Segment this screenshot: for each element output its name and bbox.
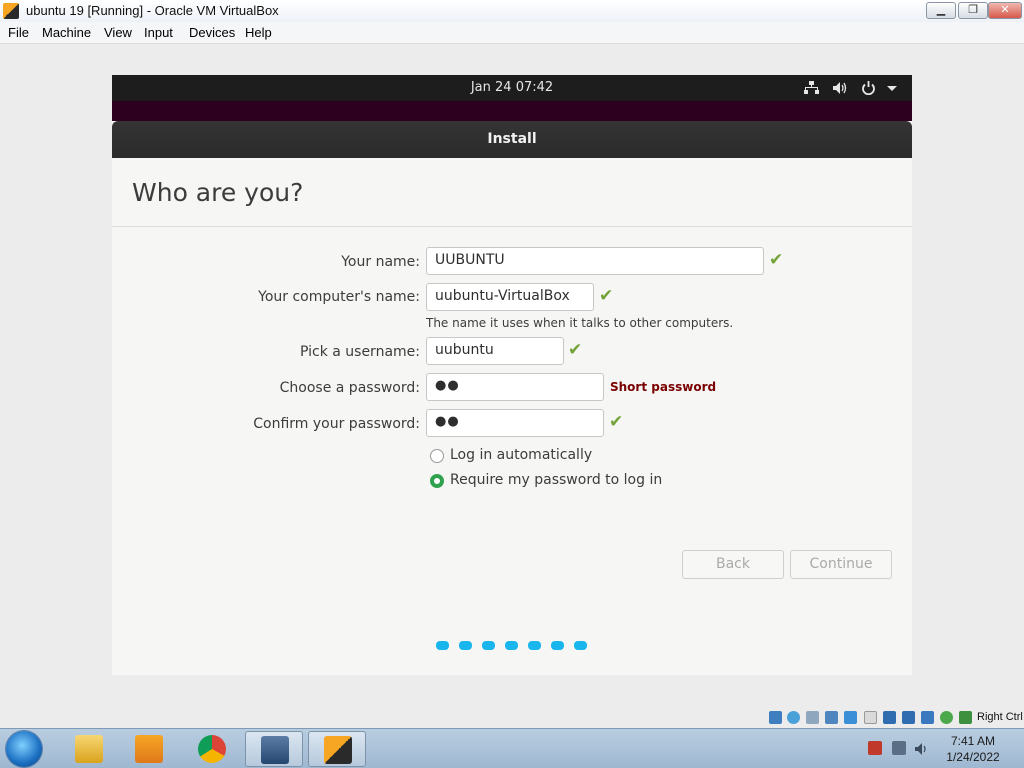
require-password-radio[interactable] xyxy=(430,474,444,488)
dropdown-arrow-icon[interactable] xyxy=(886,81,898,99)
menu-input[interactable]: Input xyxy=(144,25,173,40)
taskbar-media-player[interactable] xyxy=(120,731,178,767)
mouse-integration-icon[interactable] xyxy=(940,711,953,724)
virtualization-icon[interactable] xyxy=(921,711,934,724)
system-clock[interactable]: 7:41 AM 1/24/2022 xyxy=(940,733,1006,765)
window-titlebar: ubuntu 19 [Running] - Oracle VM VirtualB… xyxy=(0,0,1024,23)
progress-dot xyxy=(505,641,518,650)
confirm-password-input[interactable]: ●● xyxy=(426,409,604,437)
audio-icon[interactable] xyxy=(806,711,819,724)
volume-icon[interactable] xyxy=(832,81,848,99)
taskbar-virtualbox-vm[interactable] xyxy=(308,731,366,767)
guest-clock[interactable]: Jan 24 07:42 xyxy=(112,80,912,95)
network-icon[interactable] xyxy=(804,81,819,99)
computer-name-hint: The name it uses when it talks to other … xyxy=(426,316,734,330)
host-key-label: Right Ctrl xyxy=(977,711,1023,723)
password-input[interactable]: ●● xyxy=(426,373,604,401)
login-auto-label[interactable]: Log in automatically xyxy=(450,447,592,463)
menu-view[interactable]: View xyxy=(104,25,132,40)
menu-file[interactable]: File xyxy=(8,25,29,40)
menu-help[interactable]: Help xyxy=(245,25,272,40)
username-valid-check-icon: ✔ xyxy=(568,340,583,360)
name-label: Your name: xyxy=(341,254,420,270)
installer-title: Install xyxy=(487,131,537,147)
clock-date: 1/24/2022 xyxy=(946,750,1000,764)
speaker-icon[interactable] xyxy=(914,741,928,755)
optical-drive-icon[interactable] xyxy=(787,711,800,724)
progress-dot xyxy=(459,641,472,650)
taskbar-chrome[interactable] xyxy=(183,731,241,767)
password-label: Choose a password: xyxy=(279,380,420,396)
minimize-button[interactable]: ▁ xyxy=(926,2,956,19)
menu-devices[interactable]: Devices xyxy=(189,25,235,40)
virtualbox-vm-icon xyxy=(3,3,19,19)
start-button[interactable] xyxy=(6,731,42,767)
progress-dot xyxy=(436,641,449,650)
chrome-icon xyxy=(198,735,226,763)
menu-bar: File Machine View Input Devices Help xyxy=(0,22,1024,44)
continue-button[interactable]: Continue xyxy=(790,550,892,579)
back-button[interactable]: Back xyxy=(682,550,784,579)
page-title: Who are you? xyxy=(132,178,304,207)
clock-time: 7:41 AM xyxy=(950,734,996,748)
power-icon[interactable] xyxy=(861,81,876,99)
login-auto-radio[interactable] xyxy=(430,449,444,463)
password-strength-warning: Short password xyxy=(610,380,717,394)
confirm-password-label: Confirm your password: xyxy=(253,416,420,432)
computer-name-valid-check-icon: ✔ xyxy=(599,286,614,306)
folder-icon xyxy=(75,735,103,763)
network-adapter-icon[interactable] xyxy=(825,711,838,724)
require-password-label[interactable]: Require my password to log in xyxy=(450,472,662,488)
progress-dot xyxy=(482,641,495,650)
windows-taskbar: 7:41 AM 1/24/2022 xyxy=(0,728,1024,768)
video-capture-icon[interactable] xyxy=(902,711,915,724)
username-label: Pick a username: xyxy=(299,344,420,360)
desktop-background xyxy=(112,101,912,121)
network-tray-icon[interactable] xyxy=(892,741,906,755)
gnome-top-bar: Jan 24 07:42 xyxy=(112,75,912,101)
username-input[interactable]: uubuntu xyxy=(426,337,564,365)
hard-disk-icon[interactable] xyxy=(769,711,782,724)
maximize-button[interactable]: ❐ xyxy=(958,2,988,19)
computer-name-input[interactable]: uubuntu-VirtualBox xyxy=(426,283,594,311)
ubuntu-vm-icon xyxy=(324,736,352,764)
usb-icon[interactable] xyxy=(844,711,857,724)
media-player-icon xyxy=(135,735,163,763)
name-valid-check-icon: ✔ xyxy=(769,250,784,270)
taskbar-virtualbox-manager[interactable] xyxy=(245,731,303,767)
progress-dot xyxy=(528,641,541,650)
close-button[interactable]: ✕ xyxy=(988,2,1022,19)
progress-dot xyxy=(551,641,564,650)
name-input[interactable]: UUBUNTU xyxy=(426,247,764,275)
virtualbox-icon xyxy=(261,736,289,764)
shared-folders-icon[interactable] xyxy=(864,711,877,724)
divider xyxy=(112,226,912,227)
action-center-icon[interactable] xyxy=(868,741,882,755)
menu-machine[interactable]: Machine xyxy=(42,25,91,40)
installer-header: Install xyxy=(112,121,912,158)
computer-name-label: Your computer's name: xyxy=(258,289,420,305)
progress-dot xyxy=(574,641,587,650)
confirm-password-valid-check-icon: ✔ xyxy=(609,412,624,432)
taskbar-windows-explorer[interactable] xyxy=(60,731,118,767)
guest-screen: Jan 24 07:42 Install Who are you? Your n… xyxy=(112,75,912,675)
display-icon[interactable] xyxy=(883,711,896,724)
window-title: ubuntu 19 [Running] - Oracle VM VirtualB… xyxy=(26,3,279,18)
keyboard-capture-icon[interactable] xyxy=(959,711,972,724)
